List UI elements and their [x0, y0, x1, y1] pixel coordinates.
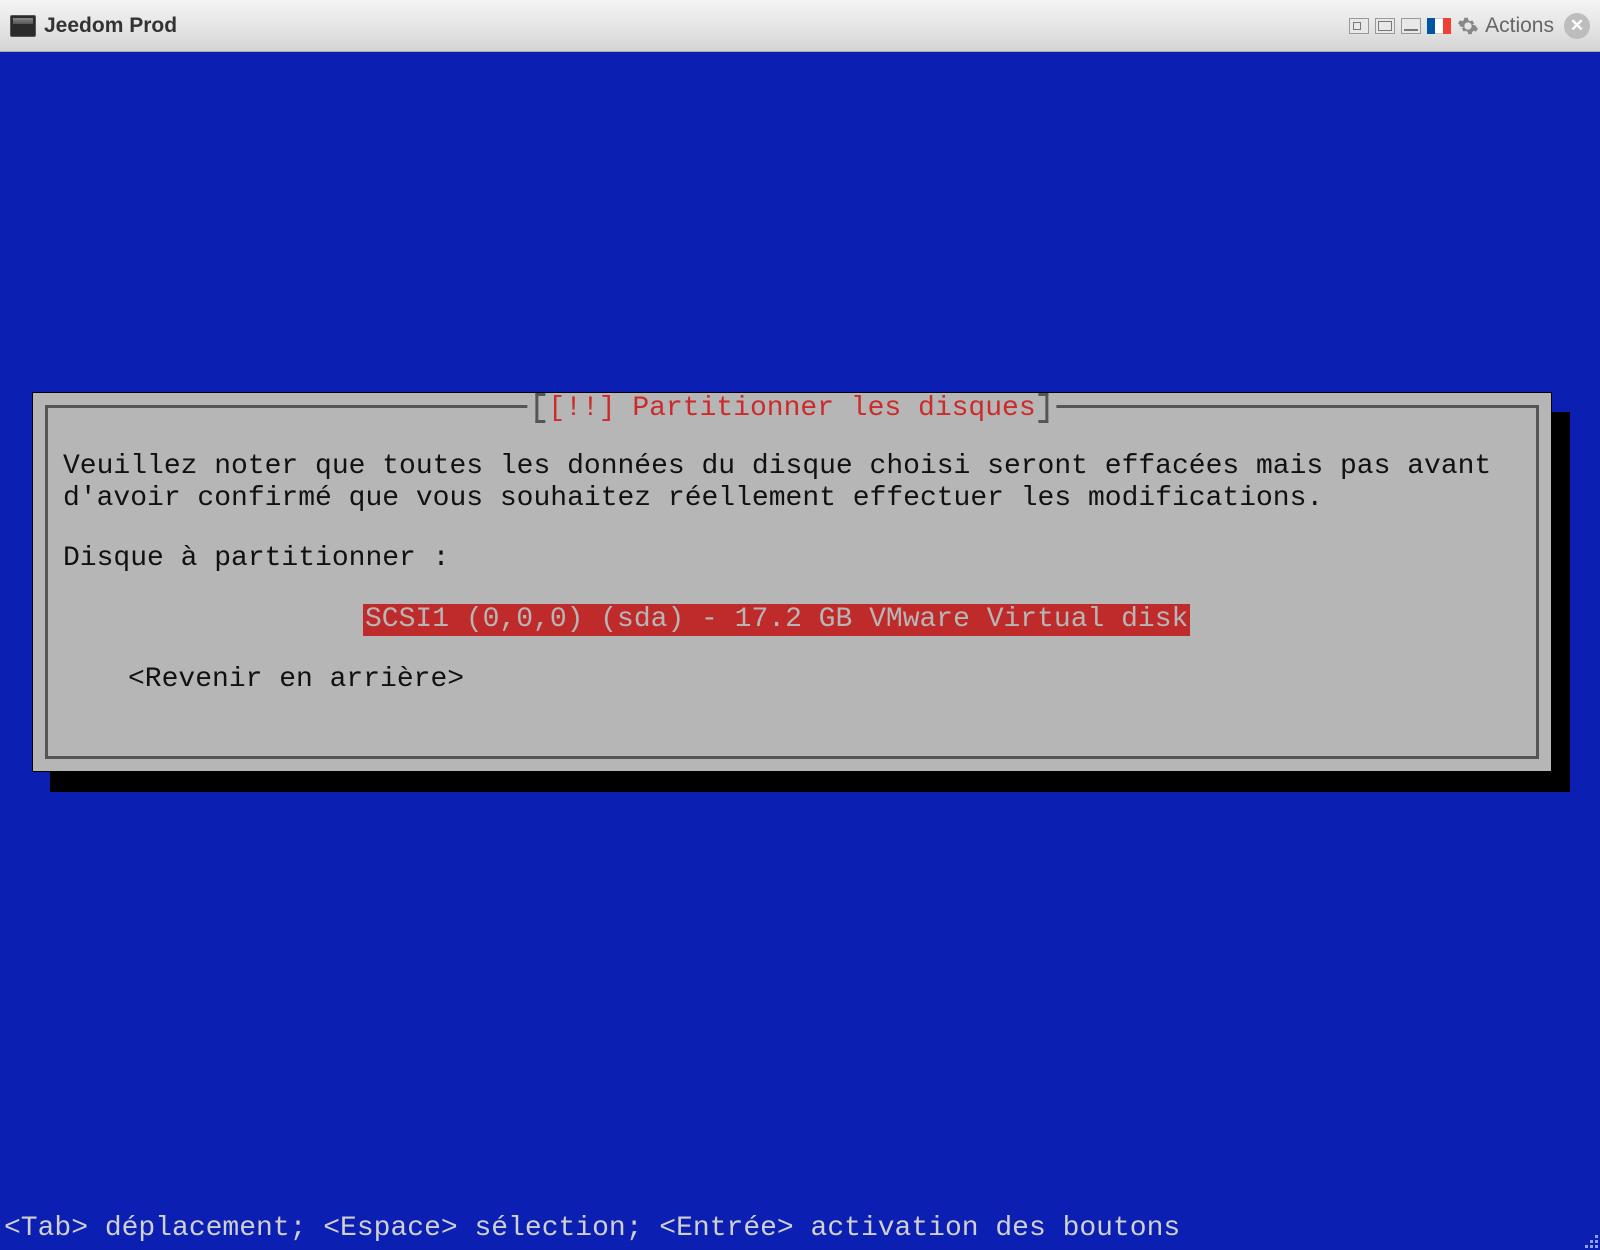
- titlebar-controls: Actions ✕: [1349, 13, 1590, 39]
- partition-dialog: [!!] Partitionner les disques Veuillez n…: [32, 392, 1552, 772]
- vm-window: Jeedom Prod Actions ✕ [!!] Partitionn: [0, 0, 1600, 1250]
- resize-grip-icon[interactable]: [1580, 1230, 1598, 1248]
- window-button-1-icon[interactable]: [1349, 18, 1369, 34]
- close-icon[interactable]: ✕: [1564, 13, 1590, 39]
- dialog-title-wrap: [!!] Partitionner les disques: [527, 393, 1056, 423]
- go-back-button[interactable]: <Revenir en arrière>: [128, 664, 1521, 696]
- disk-option-selected[interactable]: SCSI1 (0,0,0) (sda) - 17.2 GB VMware Vir…: [363, 604, 1190, 636]
- dialog-body: Veuillez noter que toutes les données du…: [63, 451, 1521, 696]
- titlebar: Jeedom Prod Actions ✕: [0, 0, 1600, 52]
- app-icon: [10, 15, 36, 37]
- window-button-3-icon[interactable]: [1401, 18, 1421, 34]
- console-screen: [!!] Partitionner les disques Veuillez n…: [0, 52, 1600, 1250]
- disk-prompt-label: Disque à partitionner :: [63, 543, 1521, 575]
- flag-france-icon[interactable]: [1427, 18, 1451, 34]
- footer-help-text: <Tab> déplacement; <Espace> sélection; <…: [4, 1213, 1180, 1244]
- gear-icon[interactable]: [1457, 15, 1479, 37]
- dialog-title: [!!] Partitionner les disques: [548, 393, 1035, 424]
- actions-menu[interactable]: Actions: [1485, 14, 1554, 38]
- title-bracket-left-icon: [535, 393, 538, 423]
- window-button-2-icon[interactable]: [1375, 18, 1395, 34]
- window-title: Jeedom Prod: [44, 14, 177, 38]
- title-bracket-right-icon: [1046, 393, 1049, 423]
- dialog-warning-text: Veuillez noter que toutes les données du…: [63, 451, 1521, 515]
